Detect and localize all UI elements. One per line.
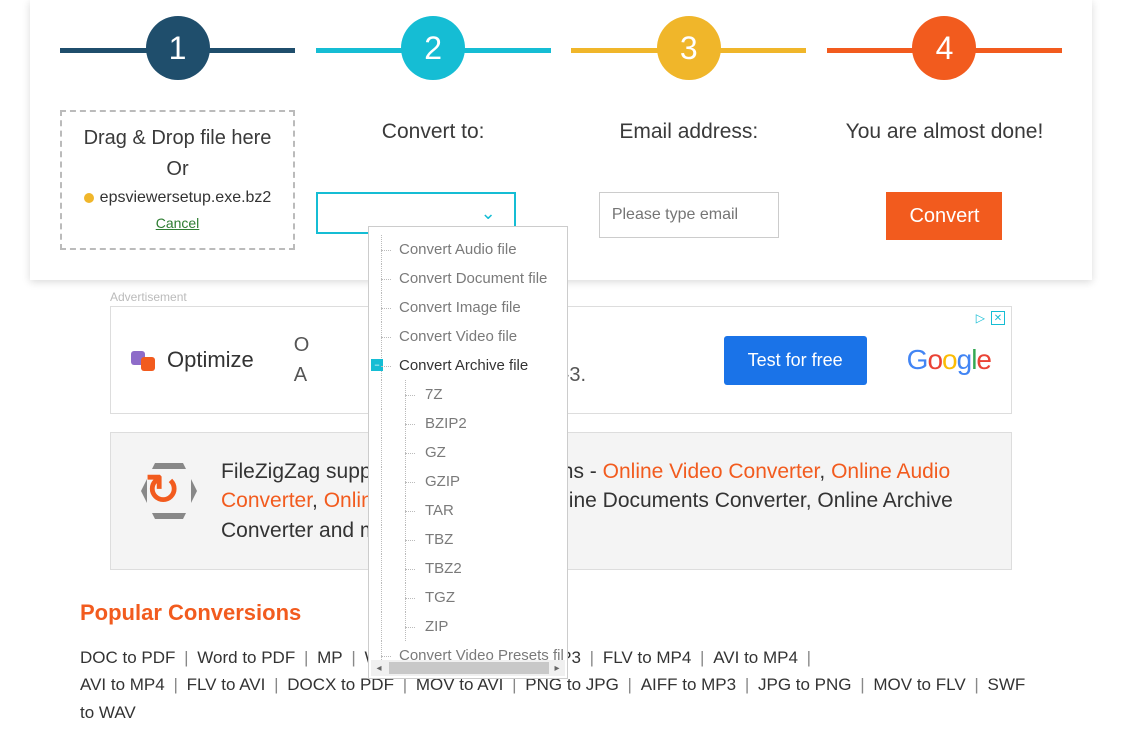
separator: | (295, 648, 317, 667)
cancel-link[interactable]: Cancel (156, 215, 200, 231)
step-4: 4 You are almost done! Convert (827, 0, 1062, 250)
scroll-left-icon[interactable]: ◂ (371, 660, 387, 676)
conversion-link[interactable]: FLV to MP4 (603, 648, 692, 667)
conversion-link[interactable]: MP (317, 648, 343, 667)
link-video-converter[interactable]: Online Video Converter (603, 460, 820, 483)
tree-node-image[interactable]: Convert Image file (369, 293, 567, 322)
email-field[interactable] (599, 192, 779, 238)
ad-choices[interactable]: ▷ ✕ (976, 311, 1005, 325)
conversion-link[interactable]: AVI to MP4 (80, 675, 165, 694)
chevron-down-icon: ⌄ (481, 203, 496, 224)
separator: | (619, 675, 641, 694)
conversion-link[interactable]: DOC to PDF (80, 648, 175, 667)
conversion-link[interactable]: FLV to AVI (187, 675, 266, 694)
optimize-icon (131, 347, 157, 373)
step-circle-2: 2 (401, 16, 465, 80)
separator: | (852, 675, 874, 694)
ad-close-icon[interactable]: ✕ (991, 311, 1005, 325)
tree-option-tar[interactable]: TAR (369, 496, 567, 525)
conversion-link[interactable]: JPG to PNG (758, 675, 852, 694)
tree-node-document[interactable]: Convert Document file (369, 264, 567, 293)
tree-option-tbz2[interactable]: TBZ2 (369, 554, 567, 583)
convert-to-heading: Convert to: (316, 120, 551, 144)
separator: | (175, 648, 197, 667)
tree-option-zip[interactable]: ZIP (369, 612, 567, 641)
uploaded-file-row: epsviewersetup.exe.bz2 (67, 189, 288, 207)
separator: | (798, 648, 815, 667)
filezigzag-icon: ↻ (141, 463, 197, 519)
drop-text-1: Drag & Drop file here (67, 127, 288, 150)
optimize-text: Optimize (167, 347, 254, 373)
test-for-free-button[interactable]: Test for free (724, 336, 867, 385)
step-2: 2 Convert to: ⌄ (316, 0, 551, 250)
google-logo: Google (907, 344, 991, 376)
advertisement-label: Advertisement (110, 290, 1122, 304)
step-circle-4: 4 (912, 16, 976, 80)
file-status-dot-icon (84, 193, 94, 203)
step-circle-3: 3 (657, 16, 721, 80)
uploaded-file-name: epsviewersetup.exe.bz2 (100, 189, 272, 207)
format-tree-popup: Convert Audio file Convert Document file… (368, 226, 568, 679)
separator: | (691, 648, 713, 667)
optimize-logo: Optimize (131, 347, 254, 373)
steps-row: 1 Drag & Drop file here Or epsviewersetu… (60, 0, 1062, 250)
link-online[interactable]: Onlin (324, 489, 373, 512)
tree-option-tbz[interactable]: TBZ (369, 525, 567, 554)
conversion-link[interactable]: AVI to MP4 (713, 648, 798, 667)
separator: | (165, 675, 187, 694)
separator: | (343, 648, 365, 667)
tree-hscrollbar[interactable]: ◂ ▸ (371, 660, 565, 676)
dropzone[interactable]: Drag & Drop file here Or epsviewersetup.… (60, 110, 295, 250)
step-1: 1 Drag & Drop file here Or epsviewersetu… (60, 0, 295, 250)
conversion-link[interactable]: Word to PDF (197, 648, 295, 667)
supports-text: FileZigZag supp sions - Online Video Con… (221, 457, 981, 545)
almost-done-heading: You are almost done! (827, 120, 1062, 144)
conversion-link[interactable]: AIFF to MP3 (641, 675, 736, 694)
step-circle-1: 1 (146, 16, 210, 80)
tree-option-7z[interactable]: 7Z (369, 380, 567, 409)
adchoices-icon[interactable]: ▷ (976, 311, 985, 325)
tree-option-gzip[interactable]: GZIP (369, 467, 567, 496)
separator: | (736, 675, 758, 694)
separator: | (581, 648, 603, 667)
tree-collapse-icon[interactable]: − (371, 359, 383, 371)
tree-node-archive-label: Convert Archive file (399, 357, 528, 374)
conversion-link[interactable]: MOV to FLV (873, 675, 965, 694)
tree-option-bzip2[interactable]: BZIP2 (369, 409, 567, 438)
scroll-right-icon[interactable]: ▸ (549, 660, 565, 676)
convert-button[interactable]: Convert (886, 192, 1002, 240)
tree-option-tgz[interactable]: TGZ (369, 583, 567, 612)
tree-option-gz[interactable]: GZ (369, 438, 567, 467)
scroll-thumb[interactable] (389, 662, 549, 674)
separator: | (966, 675, 988, 694)
tree-node-video[interactable]: Convert Video file (369, 322, 567, 351)
separator: | (265, 675, 287, 694)
tree-node-audio[interactable]: Convert Audio file (369, 235, 567, 264)
step-3: 3 Email address: (571, 0, 806, 250)
converter-card: 1 Drag & Drop file here Or epsviewersetu… (30, 0, 1092, 280)
drop-text-2: Or (67, 158, 288, 181)
tree-node-archive[interactable]: − Convert Archive file (369, 351, 567, 380)
email-heading: Email address: (571, 120, 806, 144)
